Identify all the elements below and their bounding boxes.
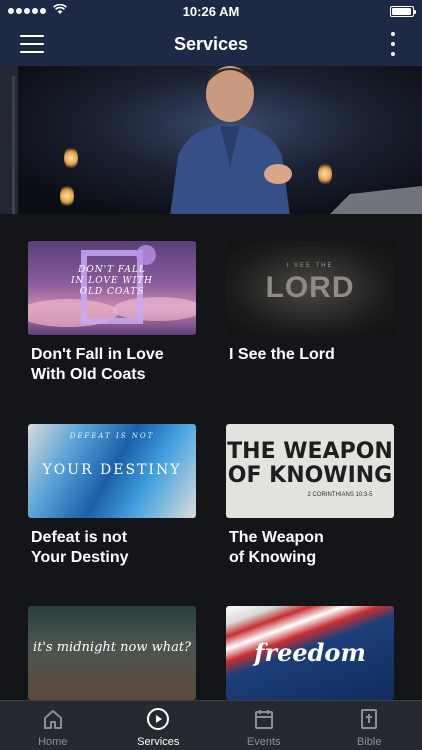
service-thumbnail: DEFEAT IS NOT YOUR DESTINY: [28, 424, 196, 518]
home-icon: [40, 706, 66, 732]
hero-image: [0, 66, 422, 214]
hamburger-icon: [20, 35, 44, 37]
tab-label: Home: [38, 736, 68, 748]
tab-bar: Home Services Events Bible: [0, 700, 422, 750]
service-card[interactable]: DEFEAT IS NOT YOUR DESTINY Defeat is not…: [28, 424, 196, 568]
service-card[interactable]: THE WEAPON OF KNOWING 2 CORINTHIANS 10:3…: [226, 424, 394, 568]
menu-button[interactable]: [20, 33, 44, 55]
play-circle-icon: [145, 706, 171, 732]
tab-label: Bible: [357, 736, 382, 748]
tab-label: Services: [137, 736, 180, 748]
signal-strength-icon: [8, 3, 67, 18]
page-title: Services: [173, 33, 249, 54]
tab-home[interactable]: Home: [0, 701, 106, 750]
service-card[interactable]: I SEE THE LORD I See the Lord: [226, 241, 394, 365]
service-card[interactable]: it's midnight now what?: [28, 606, 196, 700]
service-title: The Weapon of Knowing: [229, 529, 324, 566]
nav-bar: Services: [0, 22, 422, 66]
service-card[interactable]: DON'T FALL IN LOVE WITH OLD COATS Don't …: [28, 241, 196, 385]
vertical-dots-icon: [391, 32, 395, 36]
tab-services[interactable]: Services: [106, 701, 212, 750]
service-thumbnail: DON'T FALL IN LOVE WITH OLD COATS: [28, 241, 196, 335]
preacher-photo: [170, 66, 292, 214]
service-title: Don't Fall in Love With Old Coats: [31, 346, 164, 383]
wifi-icon: [53, 3, 67, 18]
tab-label: Events: [246, 736, 281, 748]
service-thumbnail: it's midnight now what?: [28, 606, 196, 700]
status-bar: 10:26 AM: [0, 0, 422, 22]
tab-bible[interactable]: Bible: [317, 701, 422, 750]
service-title: I See the Lord: [229, 346, 335, 363]
service-card[interactable]: freedom: [226, 606, 394, 700]
more-options-button[interactable]: [390, 32, 396, 56]
battery-icon: [390, 5, 416, 17]
service-thumbnail: freedom: [226, 606, 394, 700]
calendar-icon: [251, 706, 277, 732]
service-thumbnail: THE WEAPON OF KNOWING 2 CORINTHIANS 10:3…: [226, 424, 394, 518]
services-grid: DON'T FALL IN LOVE WITH OLD COATS Don't …: [0, 214, 422, 700]
service-thumbnail: I SEE THE LORD: [226, 241, 394, 335]
tab-events[interactable]: Events: [211, 701, 317, 750]
service-title: Defeat is not Your Destiny: [31, 529, 129, 566]
bible-icon: [356, 706, 382, 732]
